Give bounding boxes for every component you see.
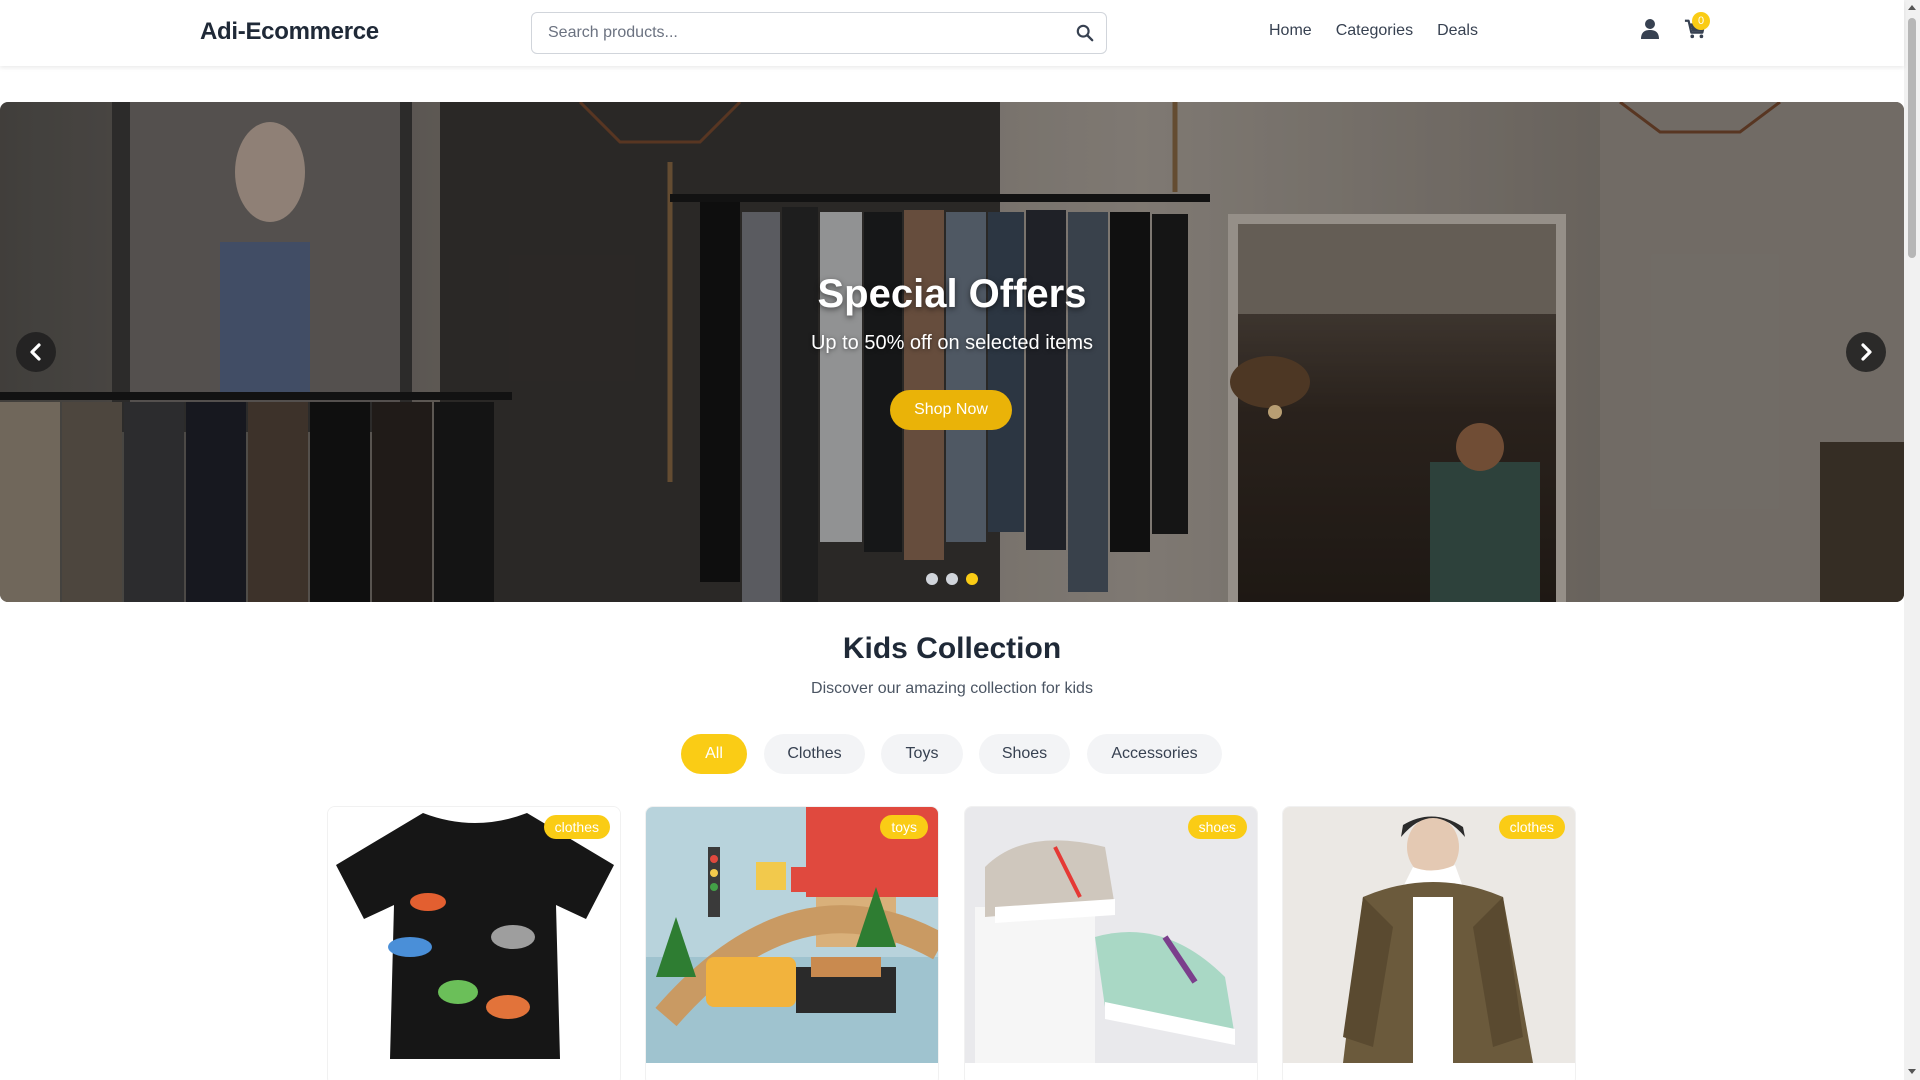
product-card[interactable]: clothes (327, 806, 621, 1080)
hero-carousel: Special Offers Up to 50% off on selected… (0, 102, 1904, 602)
product-card[interactable]: shoes (964, 806, 1258, 1080)
product-image (965, 807, 1257, 1063)
category-badge: clothes (543, 815, 610, 839)
filter-shoes[interactable]: Shoes (979, 734, 1070, 774)
site-header: Adi-Ecommerce Home Categories Deals 0 (0, 0, 1904, 66)
cart-count-badge: 0 (1692, 12, 1710, 30)
scroll-thumb[interactable] (1908, 18, 1916, 258)
search-input[interactable] (532, 13, 1106, 53)
product-card[interactable]: clothes (1282, 806, 1576, 1080)
carousel-dot-2[interactable] (946, 573, 958, 585)
filter-all[interactable]: All (681, 734, 747, 774)
filter-toys[interactable]: Toys (881, 734, 963, 774)
category-badge: shoes (1187, 815, 1247, 839)
nav-home[interactable]: Home (1269, 22, 1312, 40)
scroll-down-arrow-icon[interactable] (1908, 1069, 1916, 1074)
chevron-left-icon (30, 343, 41, 361)
search-box (531, 12, 1107, 54)
product-image (646, 807, 938, 1063)
main-nav: Home Categories Deals (1269, 22, 1478, 40)
category-badge: toys (880, 815, 928, 839)
carousel-dot-1[interactable] (926, 573, 938, 585)
nav-categories[interactable]: Categories (1336, 22, 1413, 40)
section-subtitle: Discover our amazing collection for kids (811, 680, 1093, 697)
search-icon[interactable] (1076, 24, 1096, 44)
product-image (328, 807, 620, 1063)
page-scrollbar[interactable] (1904, 0, 1920, 1080)
hero-subtitle: Up to 50% off on selected items (810, 332, 1093, 354)
nav-deals[interactable]: Deals (1437, 22, 1478, 40)
carousel-next-button[interactable] (1846, 332, 1886, 372)
user-icon[interactable] (1640, 18, 1660, 40)
carousel-dot-3[interactable] (966, 573, 978, 585)
filter-clothes[interactable]: Clothes (764, 734, 865, 774)
chevron-right-icon (1861, 343, 1872, 361)
category-badge: clothes (1498, 815, 1565, 839)
product-image (1283, 807, 1575, 1063)
scroll-up-arrow-icon[interactable] (1908, 5, 1916, 10)
filter-accessories[interactable]: Accessories (1087, 734, 1222, 774)
hero-title: Special Offers (817, 272, 1087, 316)
product-card[interactable]: toys (645, 806, 939, 1080)
site-logo[interactable]: Adi-Ecommerce (200, 18, 379, 46)
carousel-prev-button[interactable] (16, 332, 56, 372)
section-title: Kids Collection (842, 632, 1062, 665)
shop-now-button[interactable]: Shop Now (890, 390, 1012, 430)
